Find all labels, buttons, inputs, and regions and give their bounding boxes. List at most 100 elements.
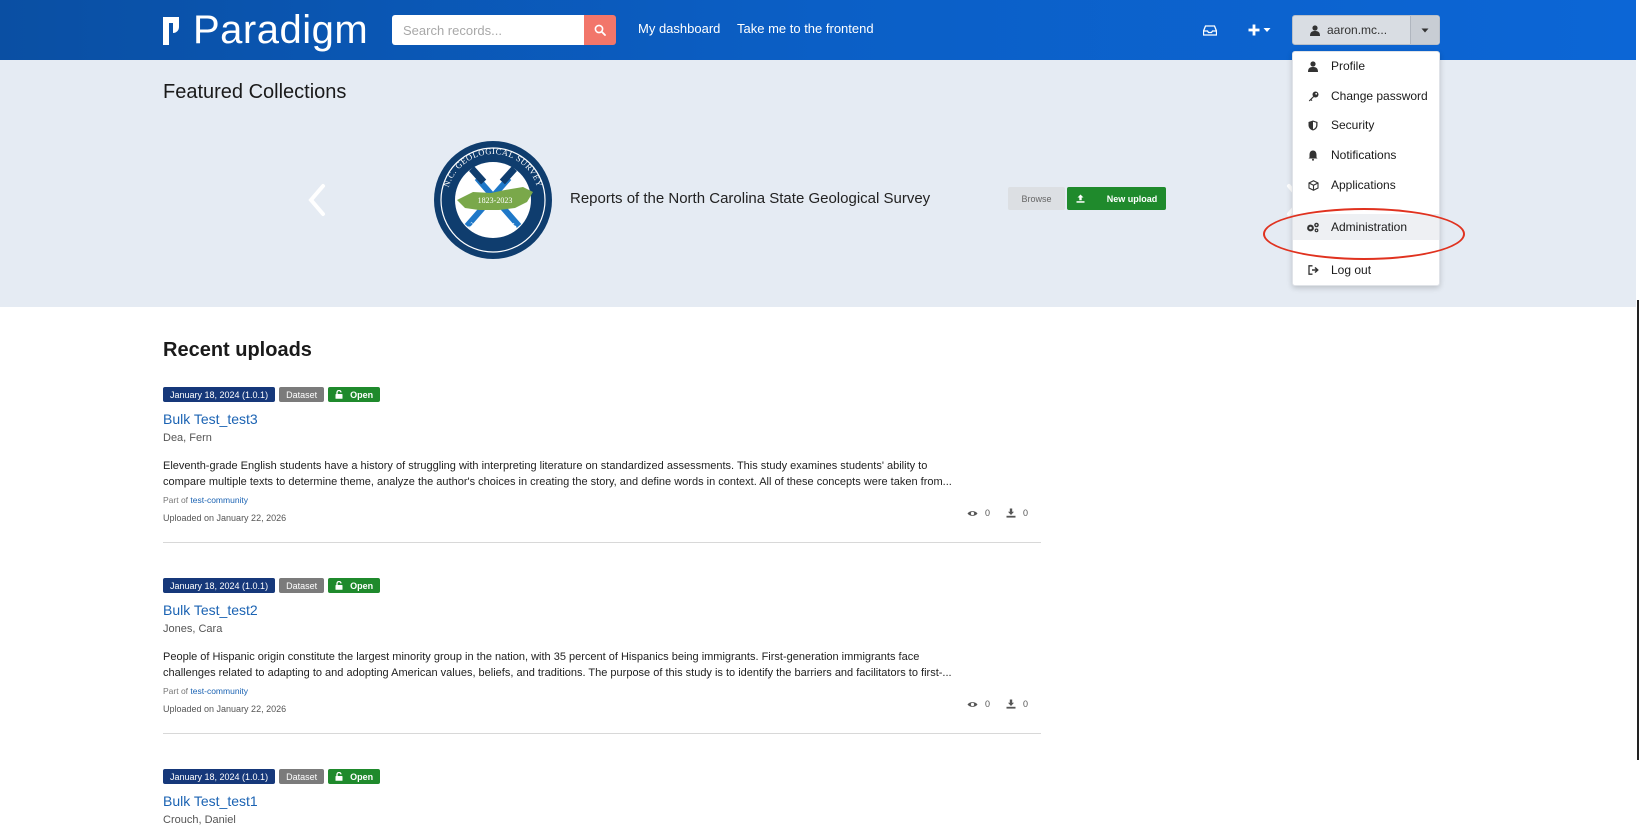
cogs-icon [1306, 220, 1320, 234]
record-uploaded-date: Uploaded on January 22, 2026 [163, 704, 287, 714]
unlock-icon [335, 581, 343, 590]
browse-button[interactable]: Browse [1008, 187, 1065, 210]
menu-item-label: Profile [1331, 59, 1366, 73]
search-button[interactable] [584, 15, 616, 45]
carousel-prev-button[interactable] [305, 182, 329, 218]
version-date-badge: January 18, 2024 (1.0.1) [163, 578, 276, 593]
menu-item-logout[interactable]: Log out [1293, 257, 1439, 283]
bell-icon [1306, 148, 1320, 162]
record-authors: Jones, Cara [163, 623, 223, 635]
downloads-count: 0 [1023, 508, 1029, 518]
create-menu-button[interactable] [1245, 18, 1273, 42]
record-item: January 18, 2024 (1.0.1) Dataset Open Bu… [163, 387, 1041, 552]
record-community: Part of test-community [163, 686, 248, 696]
description-line: Eleventh-grade English students have a h… [163, 460, 928, 472]
nav-my-dashboard[interactable]: My dashboard [638, 21, 720, 36]
record-description: Eleventh-grade English students have a h… [163, 458, 1033, 490]
inbox-button[interactable] [1198, 18, 1222, 42]
record-stats: 0 0 [967, 508, 1028, 518]
ncgs-seal-icon: 1823-2023 N.C. GEOLOGICAL SURVEY 200 YEA… [434, 141, 552, 259]
resource-type-badge: Dataset [279, 578, 325, 593]
eye-icon [967, 510, 978, 516]
menu-item-applications[interactable]: Applications [1293, 172, 1439, 198]
user-menu-button[interactable]: aaron.mc... [1292, 15, 1440, 45]
user-name: aaron.mc... [1327, 23, 1388, 37]
community-link[interactable]: test-community [190, 495, 248, 505]
menu-item-label: Log out [1331, 263, 1372, 277]
search-icon [594, 24, 606, 36]
eye-icon [967, 701, 978, 707]
access-label: Open [350, 389, 374, 400]
record-divider [163, 733, 1041, 734]
record-uploaded-date: Uploaded on January 22, 2026 [163, 513, 287, 523]
record-community: Part of test-community [163, 495, 248, 505]
community-link[interactable]: test-community [190, 686, 248, 696]
description-line: compare multiple texts to determine them… [163, 476, 952, 488]
downloads-stat: 0 [1006, 699, 1028, 709]
version-date-badge: January 18, 2024 (1.0.1) [163, 769, 276, 784]
part-of-label: Part of [163, 495, 189, 505]
search-input[interactable] [392, 15, 584, 45]
user-icon [1306, 59, 1320, 73]
downloads-count: 0 [1023, 699, 1029, 709]
logout-icon [1306, 263, 1320, 277]
record-item: January 18, 2024 (1.0.1) Dataset Open Bu… [163, 769, 1041, 830]
description-line: People of Hispanic origin constitute the… [163, 651, 920, 663]
seal-years: 1823-2023 [478, 196, 513, 205]
menu-item-profile[interactable]: Profile [1293, 53, 1439, 79]
nav-frontend[interactable]: Take me to the frontend [737, 21, 874, 36]
views-count: 0 [985, 699, 991, 709]
record-item: January 18, 2024 (1.0.1) Dataset Open Bu… [163, 578, 1041, 743]
brand-logo[interactable]: Paradigm [163, 9, 368, 51]
user-icon [1310, 24, 1320, 36]
plus-icon [1248, 24, 1259, 36]
menu-item-label: Applications [1331, 178, 1396, 192]
search-bar [392, 15, 616, 45]
inbox-icon [1203, 24, 1217, 36]
user-account-toggle[interactable]: aaron.mc... [1293, 16, 1410, 44]
menu-item-security[interactable]: Security [1293, 112, 1439, 138]
resource-type-badge: Dataset [279, 769, 325, 784]
caret-down-icon [1263, 28, 1270, 32]
views-stat: 0 [967, 699, 990, 709]
description-line: challenges related to adapting to and ad… [163, 667, 952, 679]
new-upload-label: New upload [1106, 193, 1158, 204]
record-badges: January 18, 2024 (1.0.1) Dataset Open [163, 387, 381, 402]
views-count: 0 [985, 508, 991, 518]
record-divider [163, 542, 1041, 543]
key-icon [1306, 89, 1320, 103]
record-title-link[interactable]: Bulk Test_test3 [163, 411, 258, 427]
version-date-badge: January 18, 2024 (1.0.1) [163, 387, 276, 402]
record-authors: Crouch, Daniel [163, 814, 236, 826]
brand-name: Paradigm [193, 8, 369, 52]
cube-icon [1306, 178, 1320, 192]
access-badge: Open [328, 578, 381, 593]
access-label: Open [350, 580, 374, 591]
menu-item-label: Security [1331, 118, 1375, 132]
record-description: People of Hispanic origin constitute the… [163, 649, 1033, 681]
new-upload-button[interactable]: New upload [1067, 187, 1166, 210]
menu-item-label: Administration [1331, 220, 1408, 234]
record-title-link[interactable]: Bulk Test_test1 [163, 793, 258, 809]
user-menu-caret[interactable] [1410, 16, 1439, 44]
menu-item-change-password[interactable]: Change password [1293, 83, 1439, 109]
menu-item-label: Change password [1331, 89, 1428, 103]
unlock-icon [335, 390, 343, 399]
record-title-link[interactable]: Bulk Test_test2 [163, 602, 258, 618]
menu-item-notifications[interactable]: Notifications [1293, 142, 1439, 168]
record-badges: January 18, 2024 (1.0.1) Dataset Open [163, 578, 381, 593]
unlock-icon [335, 772, 343, 781]
menu-item-administration[interactable]: Administration [1293, 214, 1439, 240]
access-badge: Open [328, 387, 381, 402]
downloads-stat: 0 [1006, 508, 1028, 518]
featured-collection-title[interactable]: Reports of the North Carolina State Geol… [570, 190, 930, 207]
paradigm-logo-icon [163, 15, 179, 45]
recent-uploads-title: Recent uploads [163, 339, 312, 361]
caret-down-icon [1421, 28, 1429, 32]
scrollbar-track[interactable] [1637, 300, 1639, 760]
download-icon [1006, 508, 1016, 518]
collection-logo[interactable]: 1823-2023 N.C. GEOLOGICAL SURVEY 200 YEA… [433, 140, 553, 260]
shield-icon [1306, 118, 1320, 132]
record-stats: 0 0 [967, 699, 1028, 709]
user-dropdown-menu: Profile Change password Security Notific… [1292, 51, 1440, 286]
